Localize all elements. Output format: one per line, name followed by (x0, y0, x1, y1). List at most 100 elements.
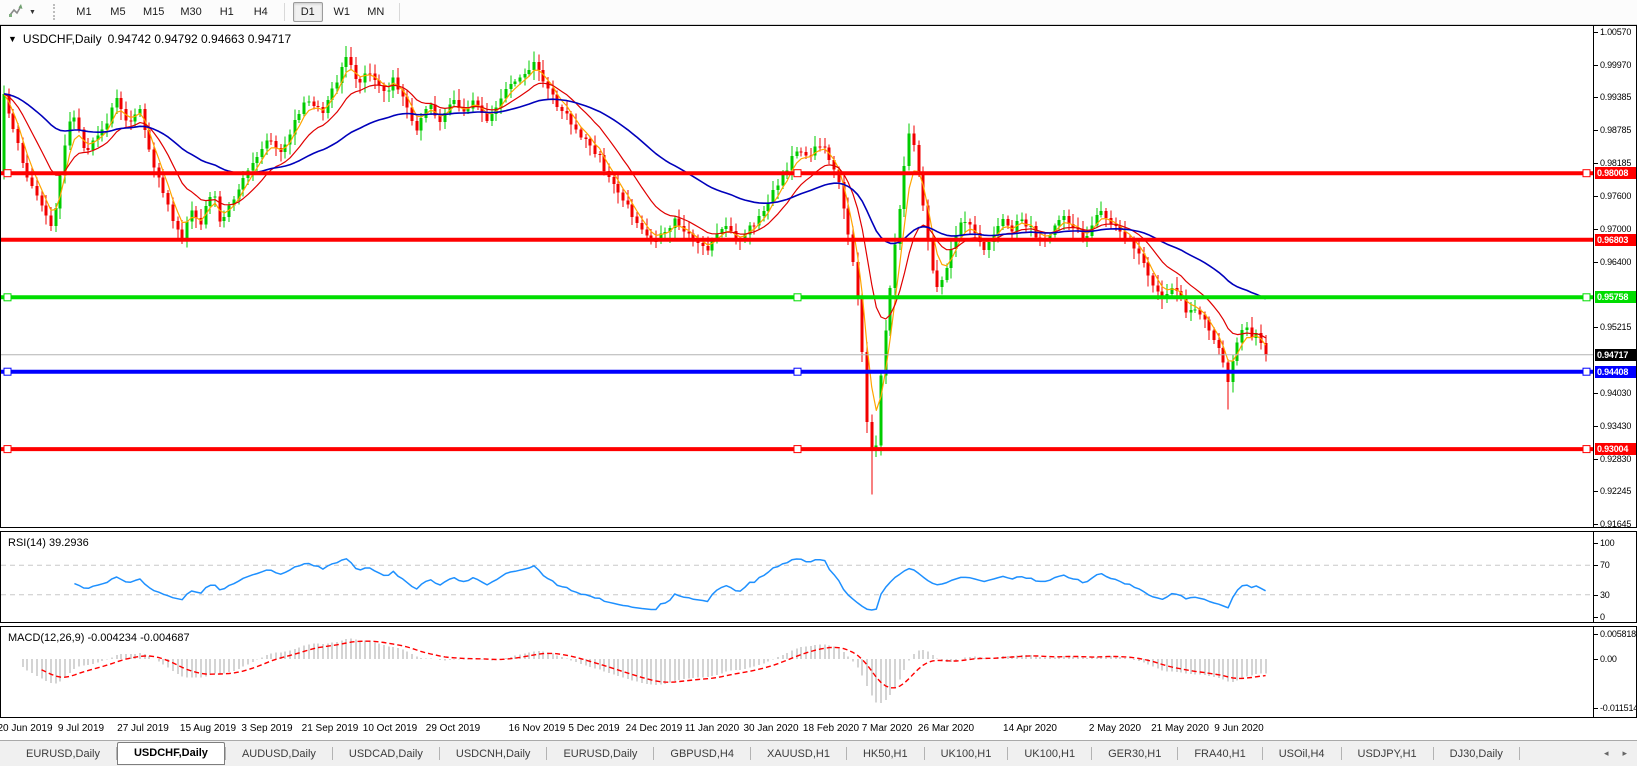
x-axis-label: 20 Jun 2019 (0, 723, 53, 734)
axis-tick (1594, 327, 1598, 328)
tab-usoil-h4[interactable]: USOil,H4 (1263, 744, 1341, 764)
horizontal-line-0.95758[interactable] (1, 293, 1593, 302)
chevron-down-icon[interactable]: ▼ (29, 9, 36, 16)
tab-usdcnh-daily[interactable]: USDCNH,Daily (440, 744, 547, 764)
horizontal-line-0.93004[interactable] (1, 445, 1593, 454)
horizontal-line-0.94408[interactable] (1, 367, 1593, 376)
timeframe-button-w1[interactable]: W1 (327, 2, 357, 22)
rsi-axis: 100 70 30 0 (1593, 532, 1636, 622)
axis-tick (1594, 196, 1598, 197)
rsi-pane: RSI(14) 39.2936 100 70 30 0 (0, 531, 1637, 623)
x-axis-label: 9 Jul 2019 (57, 723, 105, 734)
price-tick-label: 1.00570 (1600, 27, 1632, 37)
x-axis-label: 9 Jun 2020 (1214, 723, 1264, 734)
timeframe-button-m5[interactable]: M5 (103, 2, 133, 22)
macd-svg (22, 638, 1267, 704)
toolbar-separator (283, 3, 285, 21)
tab-usdchf-daily[interactable]: USDCHF,Daily (116, 742, 225, 765)
price-tick-label: 0.92245 (1600, 486, 1632, 496)
axis-tick (1594, 659, 1598, 660)
main-chart-pane: ▼ USDCHF,Daily 0.94742 0.94792 0.94663 0… (0, 25, 1637, 529)
tab-uk100-h1[interactable]: UK100,H1 (1008, 744, 1091, 764)
price-tick-label: 0.93430 (1600, 421, 1632, 431)
cursor-tool-icon (8, 2, 24, 23)
tab-dj30-daily[interactable]: DJ30,Daily (1434, 744, 1519, 764)
axis-tick (1594, 426, 1598, 427)
x-axis-label: 11 Jan 2020 (684, 723, 740, 734)
cursor-tool-button[interactable]: ▼ (3, 2, 41, 23)
moving-average-45 (3, 93, 1266, 300)
tab-fra40-h1[interactable]: FRA40,H1 (1178, 744, 1261, 764)
x-axis-label: 3 Sep 2019 (241, 723, 293, 734)
timeframe-button-m15[interactable]: M15 (137, 2, 170, 22)
macd-tick-label: 0.005818 (1600, 629, 1636, 639)
price-line-label: 0.98008 (1595, 167, 1636, 179)
axis-tick (1594, 229, 1598, 230)
x-axis-label: 10 Oct 2019 (362, 723, 418, 734)
tab-usdjpy-h1[interactable]: USDJPY,H1 (1342, 744, 1433, 764)
tab-audusd-daily[interactable]: AUDUSD,Daily (226, 744, 332, 764)
price-line-label: 0.95758 (1595, 291, 1636, 303)
rsi-line (74, 558, 1266, 611)
price-tick-label: 0.96400 (1600, 257, 1632, 267)
tab-xauusd-h1[interactable]: XAUUSD,H1 (751, 744, 846, 764)
rsi-label: RSI(14) 39.2936 (8, 537, 89, 549)
timeframe-button-group: M1 M5 M15 M30 H1 H4 D1 W1 MN (67, 2, 406, 22)
macd-tick-label: -0.011514 (1600, 703, 1637, 713)
timeframe-button-h4[interactable]: H4 (246, 2, 276, 22)
rsi-svg (1, 558, 1593, 611)
tab-gbpusd-h4[interactable]: GBPUSD,H4 (654, 744, 750, 764)
timeframe-button-m1[interactable]: M1 (69, 2, 99, 22)
dropdown-arrow-icon[interactable]: ▼ (8, 34, 17, 44)
axis-tick (1594, 32, 1598, 33)
timeframe-button-h1[interactable]: H1 (212, 2, 242, 22)
x-axis-label: 2 May 2020 (1088, 723, 1142, 734)
axis-tick (1594, 130, 1598, 131)
tab-ger30-h1[interactable]: GER30,H1 (1092, 744, 1177, 764)
timeframe-button-mn[interactable]: MN (361, 2, 391, 22)
tab-separator (1518, 747, 1520, 760)
tab-eurusd-daily[interactable]: EURUSD,Daily (547, 744, 653, 764)
axis-tick (1594, 491, 1598, 492)
price-axis: 1.00570 0.99970 0.99385 0.98785 0.98185 … (1593, 26, 1636, 529)
price-line-label: 0.93004 (1595, 443, 1636, 455)
price-tick-label: 0.99385 (1600, 92, 1632, 102)
tab-scroll-left-icon[interactable]: ◂ (1604, 748, 1609, 759)
axis-tick (1594, 262, 1598, 263)
timeframe-button-m30[interactable]: M30 (174, 2, 207, 22)
axis-tick (1594, 595, 1598, 596)
main-chart-svg (1, 45, 1593, 495)
tab-hk50-h1[interactable]: HK50,H1 (847, 744, 924, 764)
x-axis-label: 24 Dec 2019 (625, 723, 683, 734)
x-axis-label: 27 Jul 2019 (117, 723, 169, 734)
x-axis-label: 7 Mar 2020 (861, 723, 913, 734)
price-tick-label: 0.94030 (1600, 388, 1632, 398)
price-tick-label: 0.95215 (1600, 322, 1632, 332)
macd-label: MACD(12,26,9) -0.004234 -0.004687 (8, 632, 190, 644)
macd-axis: 0.005818 0.00 -0.011514 (1593, 627, 1637, 717)
axis-tick (1594, 65, 1598, 66)
x-axis-label: 29 Oct 2019 (425, 723, 481, 734)
axis-tick (1594, 634, 1598, 635)
x-axis-label: 15 Aug 2019 (179, 723, 237, 734)
rsi-tick-label: 30 (1600, 590, 1610, 600)
candlestick-series (2, 45, 1268, 495)
tab-eurusd-daily[interactable]: EURUSD,Daily (10, 744, 116, 764)
tab-scroll-right-icon[interactable]: ▸ (1622, 748, 1627, 759)
moving-average-13 (3, 82, 1266, 339)
axis-tick (1594, 97, 1598, 98)
horizontal-line-0.98008[interactable] (1, 169, 1593, 178)
x-axis-label: 16 Nov 2019 (508, 723, 566, 734)
toolbar-separator (398, 3, 400, 21)
price-line-label: 0.94408 (1595, 366, 1636, 378)
axis-tick (1594, 708, 1598, 709)
toolbar-grip (52, 4, 57, 20)
price-tick-label: 0.98785 (1600, 125, 1632, 135)
price-tick-label: 0.92830 (1600, 454, 1632, 464)
tab-uk100-h1[interactable]: UK100,H1 (925, 744, 1008, 764)
tab-usdcad-daily[interactable]: USDCAD,Daily (333, 744, 439, 764)
rsi-tick-label: 0 (1600, 612, 1605, 622)
rsi-tick-label: 70 (1600, 560, 1610, 570)
tab-scroll-arrows: ◂ ▸ (1604, 748, 1627, 759)
timeframe-button-d1[interactable]: D1 (292, 2, 323, 22)
